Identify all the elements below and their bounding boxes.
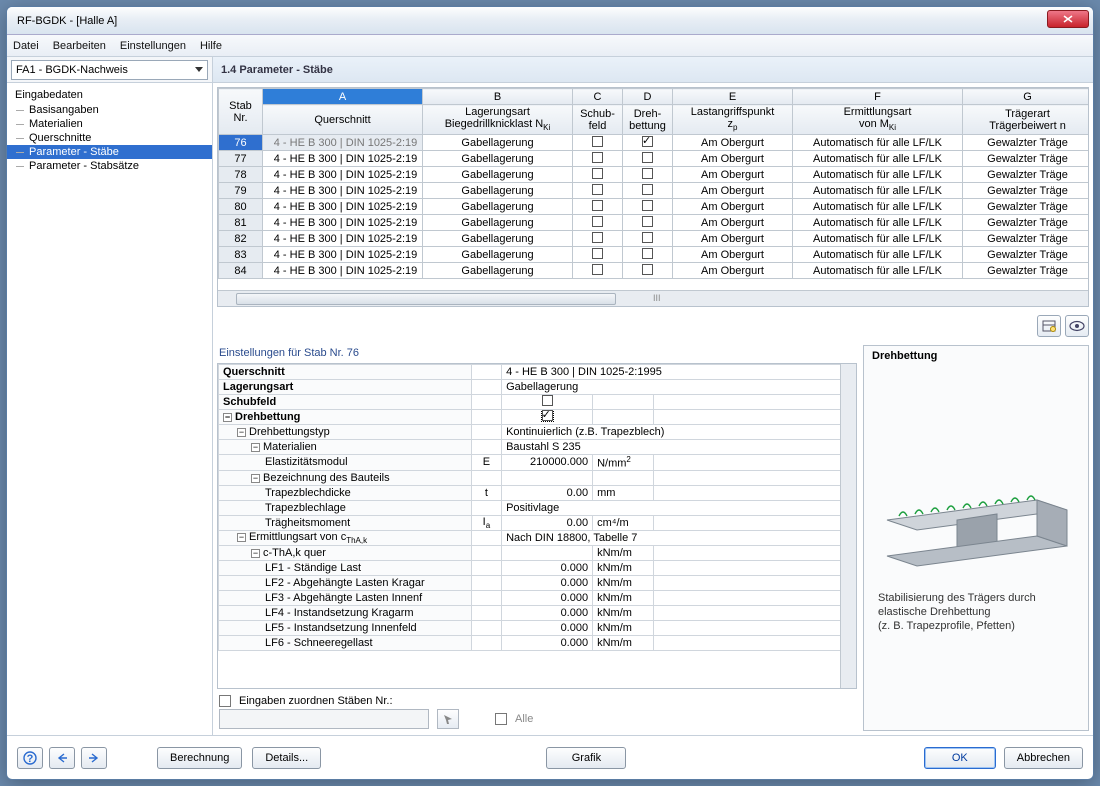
chevron-down-icon — [195, 67, 203, 72]
sidebar-item[interactable]: Basisangaben — [7, 103, 212, 117]
main: StabNr.ABCDEFGQuerschnittLagerungsartBie… — [213, 83, 1093, 735]
props-vscroll[interactable] — [840, 364, 856, 688]
cancel-button[interactable]: Abbrechen — [1004, 747, 1083, 769]
scrollbar-thumb[interactable] — [236, 293, 616, 305]
pick-members-button[interactable] — [437, 709, 459, 729]
prop-row[interactable]: ElastizitätsmodulE210000.000N/mm2 — [219, 455, 856, 471]
view-button[interactable] — [1065, 315, 1089, 337]
filter-button[interactable] — [1037, 315, 1061, 337]
footer: ? Berechnung Details... Grafik OK Abbrec… — [7, 735, 1093, 779]
menu-file[interactable]: Datei — [13, 40, 39, 52]
graphic-button[interactable]: Grafik — [546, 747, 626, 769]
menu-edit[interactable]: Bearbeiten — [53, 40, 106, 52]
body: Eingabedaten BasisangabenMaterialienQuer… — [7, 83, 1093, 735]
props-grid[interactable]: Querschnitt4 - HE B 300 | DIN 1025-2:199… — [217, 363, 857, 689]
table-row[interactable]: 784 - HE B 300 | DIN 1025-2:19Gabellager… — [219, 167, 1089, 183]
table-row[interactable]: 774 - HE B 300 | DIN 1025-2:19Gabellager… — [219, 151, 1089, 167]
assign-all-label: Alle — [515, 713, 533, 725]
prev-button[interactable] — [49, 747, 75, 769]
prop-row[interactable]: −Ermittlungsart von cThA,kNach DIN 18800… — [219, 530, 856, 545]
assign-row: Eingaben zuordnen Stäben Nr.: — [217, 689, 857, 709]
prop-row[interactable]: −DrehbettungstypKontinuierlich (z.B. Tra… — [219, 425, 856, 440]
assign-label: Eingaben zuordnen Stäben Nr.: — [239, 695, 393, 707]
prop-row[interactable]: −MaterialienBaustahl S 235 — [219, 440, 856, 455]
info-desc: Stabilisierung des Trägers durch elastis… — [872, 592, 1080, 633]
help-button[interactable]: ? — [17, 747, 43, 769]
grid: StabNr.ABCDEFGQuerschnittLagerungsartBie… — [217, 87, 1089, 307]
case-combo[interactable]: FA1 - BGDK-Nachweis — [11, 60, 208, 80]
arrow-right-icon — [87, 752, 101, 764]
prop-row[interactable]: LF5 - Instandsetzung Innenfeld0.000kNm/m — [219, 621, 856, 636]
prop-row[interactable]: Schubfeld — [219, 395, 856, 410]
close-button[interactable] — [1047, 10, 1089, 28]
sidebar-item[interactable]: Materialien — [7, 117, 212, 131]
case-combo-wrap: FA1 - BGDK-Nachweis — [7, 57, 213, 82]
prop-row[interactable]: Querschnitt4 - HE B 300 | DIN 1025-2:199… — [219, 365, 856, 380]
prop-row[interactable]: −Drehbettung — [219, 410, 856, 425]
prop-row[interactable]: LF1 - Ständige Last0.000kNm/m — [219, 561, 856, 576]
app-window: RF-BGDK - [Halle A] Datei Bearbeiten Ein… — [6, 6, 1094, 780]
menu-help[interactable]: Hilfe — [200, 40, 222, 52]
table-row[interactable]: 804 - HE B 300 | DIN 1025-2:19Gabellager… — [219, 199, 1089, 215]
table-icon — [1042, 319, 1056, 333]
info-title: Drehbettung — [864, 346, 1088, 366]
table-row[interactable]: 764 - HE B 300 | DIN 1025-2:19Gabellager… — [219, 135, 1089, 151]
prop-row[interactable]: LF3 - Abgehängte Lasten Innenf0.000kNm/m — [219, 591, 856, 606]
prop-row[interactable]: TrapezblechlagePositivlage — [219, 500, 856, 515]
help-icon: ? — [23, 751, 37, 765]
toolbar-row: FA1 - BGDK-Nachweis 1.4 Parameter - Stäb… — [7, 57, 1093, 83]
tree-root[interactable]: Eingabedaten — [7, 87, 212, 103]
table-row[interactable]: 794 - HE B 300 | DIN 1025-2:19Gabellager… — [219, 183, 1089, 199]
assign-input[interactable] — [219, 709, 429, 729]
table-row[interactable]: 844 - HE B 300 | DIN 1025-2:19Gabellager… — [219, 263, 1089, 279]
table-row[interactable]: 834 - HE B 300 | DIN 1025-2:19Gabellager… — [219, 247, 1089, 263]
calculate-button[interactable]: Berechnung — [157, 747, 242, 769]
sidebar: Eingabedaten BasisangabenMaterialienQuer… — [7, 83, 213, 735]
next-button[interactable] — [81, 747, 107, 769]
table-row[interactable]: 814 - HE B 300 | DIN 1025-2:19Gabellager… — [219, 215, 1089, 231]
beam-illustration — [881, 462, 1071, 572]
titlebar: RF-BGDK - [Halle A] — [7, 7, 1093, 35]
sidebar-item[interactable]: Parameter - Stäbe — [7, 145, 212, 159]
ok-button[interactable]: OK — [924, 747, 996, 769]
assign-checkbox[interactable] — [219, 695, 231, 707]
close-icon — [1063, 15, 1073, 23]
grid-table[interactable]: StabNr.ABCDEFGQuerschnittLagerungsartBie… — [218, 88, 1088, 279]
details-panel: Einstellungen für Stab Nr. 76 Querschnit… — [217, 345, 857, 731]
prop-row[interactable]: LagerungsartGabellagerung — [219, 380, 856, 395]
prop-row[interactable]: −Bezeichnung des Bauteils — [219, 470, 856, 485]
grid-hscroll[interactable]: III — [218, 290, 1088, 306]
pointer-icon — [442, 713, 454, 725]
table-row[interactable]: 824 - HE B 300 | DIN 1025-2:19Gabellager… — [219, 231, 1089, 247]
menubar: Datei Bearbeiten Einstellungen Hilfe — [7, 35, 1093, 57]
info-panel: Drehbettung — [863, 345, 1089, 731]
prop-row[interactable]: −c-ThA,k querkNm/m — [219, 546, 856, 561]
arrow-left-icon — [55, 752, 69, 764]
lower-split: Einstellungen für Stab Nr. 76 Querschnit… — [217, 345, 1089, 731]
prop-row[interactable]: LF2 - Abgehängte Lasten Kragar0.000kNm/m — [219, 576, 856, 591]
prop-row[interactable]: LF6 - Schneeregellast0.000kNm/m — [219, 636, 856, 651]
assign-all-checkbox[interactable] — [495, 713, 507, 725]
prop-row[interactable]: Trapezblechdicket0.00mm — [219, 485, 856, 500]
details-title: Einstellungen für Stab Nr. 76 — [217, 345, 857, 363]
prop-row[interactable]: LF4 - Instandsetzung Kragarm0.000kNm/m — [219, 606, 856, 621]
menu-settings[interactable]: Einstellungen — [120, 40, 186, 52]
scrollbar-mark: III — [653, 293, 661, 303]
grid-toolbar — [217, 313, 1089, 339]
window-title: RF-BGDK - [Halle A] — [13, 15, 117, 27]
case-combo-value: FA1 - BGDK-Nachweis — [16, 64, 128, 76]
sidebar-item[interactable]: Querschnitte — [7, 131, 212, 145]
sidebar-item[interactable]: Parameter - Stabsätze — [7, 159, 212, 173]
prop-row[interactable]: TrägheitsmomentIa0.00cm⁴/m — [219, 515, 856, 530]
details-button[interactable]: Details... — [252, 747, 321, 769]
eye-icon — [1069, 320, 1085, 332]
panel-title: 1.4 Parameter - Stäbe — [213, 57, 1093, 82]
svg-text:?: ? — [27, 753, 34, 765]
